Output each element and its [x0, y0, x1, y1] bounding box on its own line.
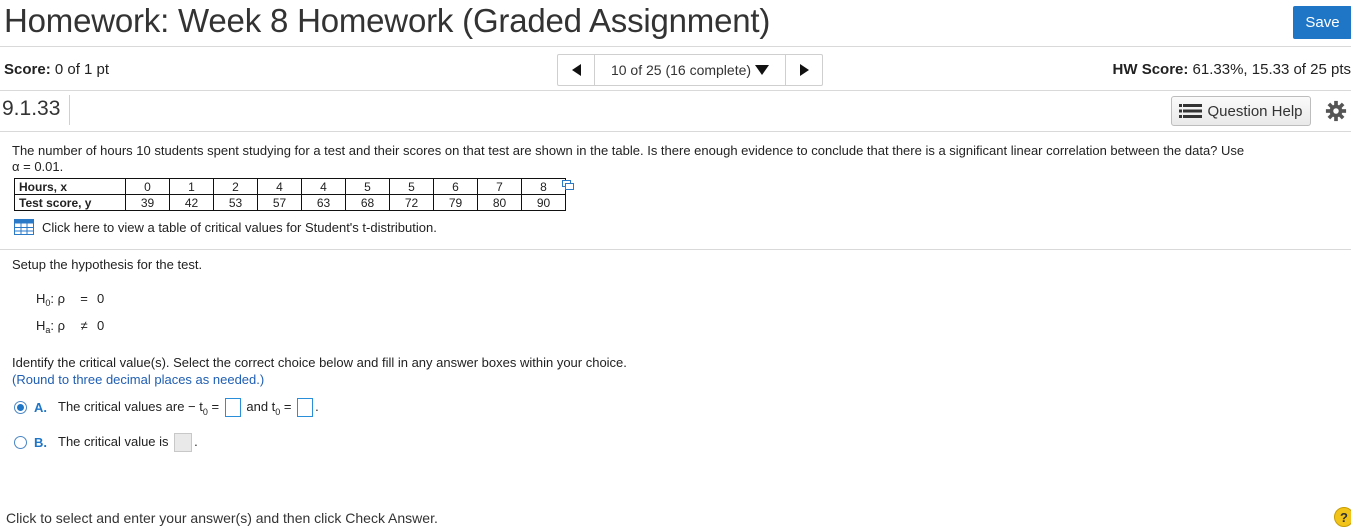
hypothesis-symbol: H — [36, 318, 46, 333]
hw-score-label: HW Score: — [1112, 61, 1189, 78]
question-text: The number of hours 10 students spent st… — [12, 143, 1322, 175]
table-cell: 53 — [213, 194, 258, 211]
table-cell: 5 — [345, 178, 390, 195]
row-header-hours: Hours, x — [14, 178, 126, 195]
left-arrow-icon — [571, 64, 581, 76]
hypothesis-subscript: 0 — [45, 297, 51, 308]
choice-a-text: The critical values are − t0 = and t0 = … — [58, 398, 319, 417]
hw-score-value: 61.33%, 15.33 of 25 pts — [1192, 61, 1351, 78]
question-help-button[interactable]: Question Help — [1171, 96, 1311, 126]
rho-symbol: : ρ — [50, 318, 66, 333]
list-icon — [1179, 104, 1203, 118]
negative-critical-value-input[interactable] — [224, 398, 241, 417]
table-cell: 4 — [257, 178, 302, 195]
positive-critical-value-input[interactable] — [297, 398, 314, 417]
help-icon[interactable]: ? — [1334, 507, 1351, 527]
table-cell: 7 — [477, 178, 522, 195]
identify-text: Identify the critical value(s). Select t… — [12, 355, 627, 370]
divider — [0, 90, 1351, 91]
dropdown-arrow-icon — [755, 65, 770, 75]
critical-value-input[interactable] — [174, 433, 193, 452]
table-row: Hours, x 0 1 2 4 4 5 5 6 7 8 — [14, 178, 566, 195]
next-question-button[interactable] — [785, 55, 822, 85]
page-title: Homework: Week 8 Homework (Graded Assign… — [4, 2, 771, 39]
table-cell: 39 — [125, 194, 170, 211]
null-hypothesis: H0: ρ = 0 — [36, 291, 105, 308]
table-cell: 63 — [301, 194, 346, 211]
choice-letter-b: B. — [34, 435, 47, 450]
hypothesis-symbol: H — [36, 291, 46, 306]
radio-selected-dot — [17, 404, 24, 411]
table-cell: 57 — [257, 194, 302, 211]
and-t-label: and t — [246, 398, 276, 414]
data-table: Hours, x 0 1 2 4 4 5 5 6 7 8 Test score,… — [14, 178, 566, 211]
table-cell: 68 — [345, 194, 390, 211]
row-header-score: Test score, y — [14, 194, 126, 211]
choice-letter-a: A. — [34, 400, 47, 415]
equals-sign: = — [207, 398, 220, 414]
rho-symbol: : ρ — [50, 291, 66, 306]
h0-value: 0 — [97, 291, 105, 306]
footer-instruction: Click to select and enter your answer(s)… — [6, 510, 438, 526]
period: . — [315, 398, 319, 414]
equals-sign: = — [280, 398, 292, 414]
table-row: Test score, y 39 42 53 57 63 68 72 79 80… — [14, 194, 566, 211]
ha-operator: ≠ — [80, 318, 88, 333]
table-cell: 80 — [477, 194, 522, 211]
choice-b[interactable]: B. The critical value is . — [14, 433, 198, 452]
radio-a[interactable] — [14, 401, 27, 414]
table-cell: 5 — [389, 178, 434, 195]
previous-question-button[interactable] — [558, 55, 595, 85]
gear-icon[interactable] — [1325, 100, 1347, 122]
table-cell: 72 — [389, 194, 434, 211]
question-number: 9.1.33 — [2, 97, 61, 120]
choice-b-text: The critical value is . — [58, 433, 198, 452]
choice-a[interactable]: A. The critical values are − t0 = and t0… — [14, 398, 319, 417]
divider — [0, 249, 1351, 250]
choice-b-label: The critical value is — [58, 433, 169, 449]
t-subscript: 0 — [275, 406, 281, 417]
score: Score: 0 of 1 pt — [4, 61, 109, 78]
copy-table-icon[interactable] — [562, 180, 574, 191]
table-cell: 90 — [521, 194, 566, 211]
t-table-link-text[interactable]: Click here to view a table of critical v… — [42, 220, 437, 235]
table-cell: 8 — [521, 178, 566, 195]
table-cell: 79 — [433, 194, 478, 211]
save-button[interactable]: Save — [1293, 6, 1351, 39]
table-cell: 4 — [301, 178, 346, 195]
period: . — [194, 433, 198, 449]
alternative-hypothesis: Ha: ρ ≠ 0 — [36, 318, 105, 335]
question-navigator: 10 of 25 (16 complete) — [557, 54, 823, 86]
ha-value: 0 — [97, 318, 105, 333]
instructions: Identify the critical value(s). Select t… — [12, 354, 627, 388]
right-arrow-icon — [799, 64, 809, 76]
divider — [0, 131, 1351, 132]
alpha-text: α = 0.01. — [12, 159, 64, 174]
divider — [0, 46, 1351, 47]
t-subscript: 0 — [202, 406, 208, 417]
question-help-label: Question Help — [1207, 102, 1303, 120]
h0-operator: = — [80, 291, 88, 306]
table-cell: 0 — [125, 178, 170, 195]
hypothesis-subscript: a — [45, 324, 51, 335]
score-value: 0 of 1 pt — [54, 61, 110, 78]
score-label: Score: — [4, 61, 51, 78]
table-cell: 1 — [169, 178, 214, 195]
table-cell: 6 — [433, 178, 478, 195]
table-cell: 2 — [213, 178, 258, 195]
table-icon — [14, 219, 34, 235]
t-table-link[interactable]: Click here to view a table of critical v… — [14, 219, 437, 235]
hw-score: HW Score: 61.33%, 15.33 of 25 pts — [1113, 61, 1351, 78]
choice-a-label: The critical values are − t — [58, 398, 203, 414]
radio-b[interactable] — [14, 436, 27, 449]
question-progress: 10 of 25 (16 complete) — [610, 62, 752, 78]
round-note: (Round to three decimal places as needed… — [12, 372, 265, 387]
divider — [69, 95, 70, 125]
question-selector[interactable]: 10 of 25 (16 complete) — [595, 62, 785, 78]
table-cell: 42 — [169, 194, 214, 211]
setup-text: Setup the hypothesis for the test. — [12, 257, 203, 272]
question-text-line: The number of hours 10 students spent st… — [12, 143, 1245, 158]
